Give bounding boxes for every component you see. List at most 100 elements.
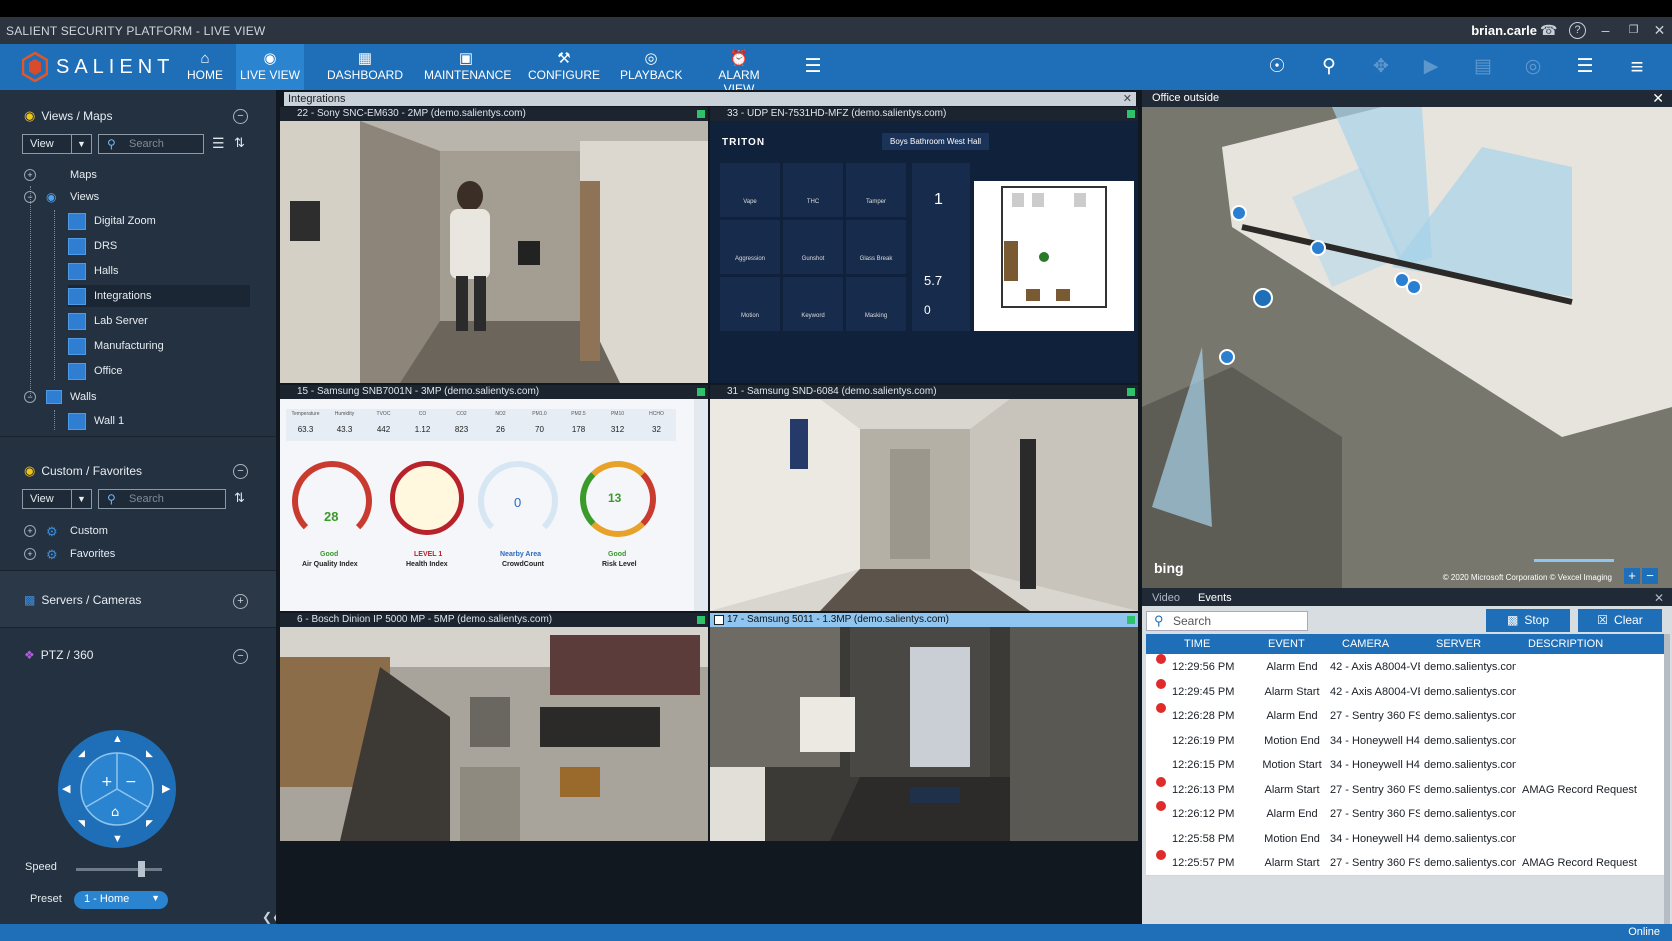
close-icon[interactable]: ✕	[1651, 22, 1668, 39]
close-icon[interactable]: ✕	[1652, 90, 1664, 107]
speed-slider-track[interactable]	[76, 868, 162, 871]
tree-item-view[interactable]: DRS	[68, 235, 117, 257]
column-header-event[interactable]: EVENT	[1268, 634, 1305, 654]
camera-tile[interactable]: 33 - UDP EN-7531HD-MFZ (demo.salientys.c…	[710, 107, 1138, 383]
event-row[interactable]: 12:26:19 PM Motion End 34 - Honeywell H4L2…	[1146, 727, 1664, 754]
nav-maintenance[interactable]: ▣ MAINTENANCE	[424, 44, 511, 90]
column-header-time[interactable]: TIME	[1184, 634, 1210, 654]
map-zoom-slider[interactable]	[1534, 559, 1614, 562]
sort-az-icon[interactable]: ⇅	[234, 490, 245, 506]
event-row[interactable]: 12:26:15 PM Motion Start 34 - Honeywell H4…	[1146, 752, 1664, 778]
camera-tile-selected[interactable]: 17 - Samsung 5011 - 1.3MP (demo.salienty…	[710, 613, 1138, 841]
tree-item-walls[interactable]: − Walls	[24, 386, 96, 408]
nav-alarm-view[interactable]: ⏰ ALARM VIEW	[702, 44, 776, 96]
event-row[interactable]: 12:25:57 PM Alarm Start 27 - Sentry 360 FS…	[1146, 850, 1664, 876]
collapse-ptz-button[interactable]: −	[233, 649, 248, 664]
sensor-dashboard[interactable]: Temperature Humidity TVOC CO CO2 NO2 PM1…	[280, 399, 708, 611]
collapse-icon[interactable]: −	[24, 391, 36, 403]
expand-icon[interactable]: +	[24, 548, 36, 560]
tree-item-view[interactable]: Digital Zoom	[68, 210, 156, 232]
tree-item-wall[interactable]: Wall 1	[68, 410, 124, 432]
close-icon[interactable]: ✕	[1654, 590, 1664, 606]
dashboard-toolbar[interactable]	[694, 399, 708, 611]
camera-video[interactable]	[710, 627, 1138, 841]
expand-icon[interactable]: +	[24, 169, 36, 181]
event-row[interactable]: 12:25:58 PM Motion End 34 - Honeywell H4L2…	[1146, 825, 1664, 852]
events-scrollbar[interactable]	[1664, 634, 1670, 924]
clear-button[interactable]: ☒ Clear	[1578, 609, 1662, 632]
event-row[interactable]: 12:29:45 PM Alarm Start 42 - Axis A8004-VE…	[1146, 678, 1664, 705]
ptz-right-icon[interactable]: ▶	[162, 782, 170, 795]
restore-icon[interactable]: ❐	[1625, 22, 1642, 39]
expand-icon[interactable]: +	[24, 525, 36, 537]
tree-item-view[interactable]: Office	[68, 360, 123, 382]
zoom-in-button[interactable]: +	[1624, 568, 1640, 584]
ptz-target-icon[interactable]: ✥	[1368, 55, 1394, 79]
views-maps-header[interactable]: ◉ Views / Maps	[24, 108, 112, 124]
nav-configure[interactable]: ⚒ CONFIGURE	[528, 44, 600, 90]
events-search-input[interactable]: ⚲ Search	[1146, 611, 1308, 631]
ptz-up-right-icon[interactable]: ◣	[146, 748, 153, 759]
tree-expand-icon[interactable]: ☰	[212, 135, 225, 152]
collapse-views-button[interactable]: −	[233, 109, 248, 124]
user-name[interactable]: brian.carle	[1471, 23, 1537, 38]
views-search-input[interactable]: ⚲ Search	[98, 134, 204, 154]
expand-servers-button[interactable]: +	[233, 594, 248, 609]
tree-item-view[interactable]: Lab Server	[68, 310, 148, 332]
camera-tile[interactable]: 22 - Sony SNC-EM630 - 2MP (demo.salienty…	[280, 107, 708, 383]
triton-dashboard[interactable]: TRITON Boys Bathroom West Hall Vape THC …	[710, 121, 1138, 383]
nav-dashboard[interactable]: ▦ DASHBOARD	[326, 44, 404, 90]
collapse-custom-button[interactable]: −	[233, 464, 248, 479]
collapse-icon[interactable]: −	[24, 191, 36, 203]
tree-item-view-selected[interactable]: Integrations	[68, 285, 250, 307]
select-checkbox[interactable]	[714, 615, 724, 625]
camera-tile[interactable]: 15 - Samsung SNB7001N - 3MP (demo.salien…	[280, 385, 708, 611]
calendar-icon[interactable]: ▤	[1470, 55, 1496, 79]
view-tab[interactable]: Integrations ✕	[284, 92, 1136, 106]
close-icon[interactable]: ✕	[1123, 92, 1132, 106]
event-row[interactable]: 12:26:28 PM Alarm End 27 - Sentry 360 FS-I…	[1146, 703, 1664, 729]
event-row[interactable]: 12:26:13 PM Alarm Start 27 - Sentry 360 FS…	[1146, 776, 1664, 803]
nav-playback[interactable]: ◎ PLAYBACK	[620, 44, 682, 90]
ptz-down-left-icon[interactable]: ◥	[78, 818, 85, 829]
camera-tile[interactable]: 6 - Bosch Dinion IP 5000 MP - 5MP (demo.…	[280, 613, 708, 841]
camera-video[interactable]	[710, 399, 1138, 611]
ptz-down-icon[interactable]: ▼	[112, 833, 123, 845]
zoom-out-button[interactable]: −	[1642, 568, 1658, 584]
nav-live-view[interactable]: ◉ LIVE VIEW	[236, 44, 304, 90]
camera-video[interactable]	[280, 627, 708, 841]
column-header-description[interactable]: DESCRIPTION	[1528, 634, 1603, 654]
preset-select[interactable]: 1 - Home ▼	[74, 891, 168, 909]
camera-video[interactable]	[280, 121, 708, 383]
headset-icon[interactable]: ☎	[1540, 22, 1557, 39]
camera-tile[interactable]: 31 - Samsung SND-6084 (demo.salientys.co…	[710, 385, 1138, 611]
event-row[interactable]: 12:26:12 PM Alarm End 27 - Sentry 360 FS-I…	[1146, 801, 1664, 827]
custom-favorites-header[interactable]: ◉ Custom / Favorites	[24, 463, 142, 479]
servers-cameras-header[interactable]: ▩ Servers / Cameras	[24, 593, 141, 607]
speed-slider-handle[interactable]	[138, 861, 145, 877]
tree-item-maps[interactable]: + Maps	[24, 164, 97, 186]
tree-item-view[interactable]: Halls	[68, 260, 118, 282]
column-header-server[interactable]: SERVER	[1436, 634, 1481, 654]
ptz-header[interactable]: ❖ PTZ / 360	[24, 648, 93, 662]
stop-button[interactable]: ▩ Stop	[1486, 609, 1570, 632]
column-header-camera[interactable]: CAMERA	[1342, 634, 1389, 654]
tree-item-views[interactable]: − ◉ Views	[24, 186, 99, 208]
custom-search-input[interactable]: ⚲ Search	[98, 489, 226, 509]
help-icon[interactable]: ?	[1569, 22, 1586, 39]
ptz-left-icon[interactable]: ◀	[62, 782, 70, 795]
tab-events[interactable]: Events	[1198, 590, 1232, 606]
record-icon[interactable]: ◎	[1520, 55, 1546, 79]
map-view[interactable]: bing © 2020 Microsoft Corporation © Vexc…	[1142, 107, 1672, 588]
tree-item-favorites[interactable]: + ⚙ Favorites	[24, 543, 115, 565]
tab-video[interactable]: Video	[1152, 590, 1180, 606]
ptz-up-left-icon[interactable]: ◢	[78, 748, 85, 759]
location-pin-icon[interactable]: ⚲	[1316, 55, 1342, 79]
camera-link-icon[interactable]: ☉	[1264, 55, 1290, 79]
checklist-icon[interactable]: ☰	[800, 55, 826, 79]
tree-item-view[interactable]: Manufacturing	[68, 335, 164, 357]
hamburger-menu-icon[interactable]: ≡	[1624, 55, 1650, 79]
event-row[interactable]: 12:29:56 PM Alarm End 42 - Axis A8004-VE I…	[1146, 654, 1664, 680]
nav-home[interactable]: ⌂ HOME	[178, 44, 232, 90]
ptz-joystick[interactable]: + − ⌂ ▲ ▼ ◀ ▶ ◢ ◣ ◥ ◤	[58, 730, 176, 848]
